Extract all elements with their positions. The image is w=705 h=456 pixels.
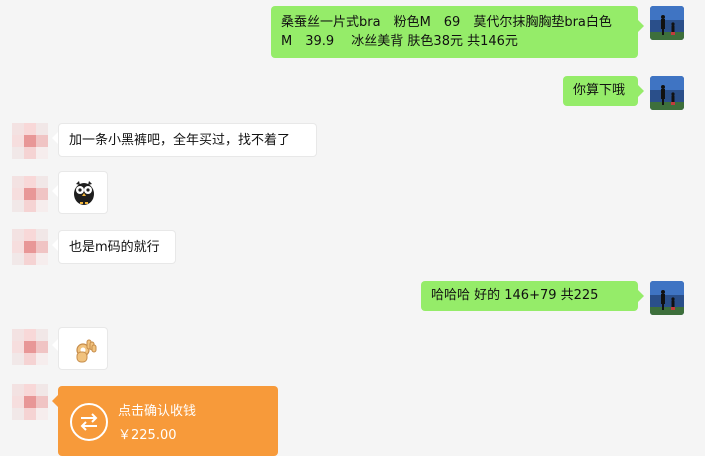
avatar[interactable] [650,76,684,110]
message-bubble[interactable]: 加一条小黑裤吧，全年买过，找不着了 [58,123,317,157]
transfer-title: 点击确认收钱 [118,404,197,419]
avatar[interactable] [650,6,684,40]
transfer-card[interactable]: 点击确认收钱 ￥225.00 [58,386,278,456]
message-bubble[interactable]: 也是m码的就行 [58,230,176,264]
self-avatar-icon [650,6,684,40]
avatar[interactable] [650,281,684,315]
owl-emoji-icon [74,181,94,205]
ok-hand-emoji-icon [76,339,97,363]
transfer-amount: ￥225.00 [118,428,177,443]
sticker-bubble[interactable] [58,171,108,214]
avatar[interactable] [12,229,48,265]
message-text: 哈哈哈 好的 146+79 共225 [431,288,599,303]
avatar[interactable] [12,176,48,212]
transfer-icon [70,403,108,441]
avatar[interactable] [12,329,48,365]
self-avatar-icon [650,76,684,110]
message-text-line-1: 桑蚕丝一片式bra 粉色M 69 莫代尔抹胸胸垫bra白色 [281,15,612,30]
avatar[interactable] [12,123,48,159]
sticker-bubble[interactable] [58,327,108,370]
message-bubble[interactable]: 桑蚕丝一片式bra 粉色M 69 莫代尔抹胸胸垫bra白色 M 39.9 冰丝美… [271,6,638,58]
message-text: 你算下哦 [573,83,626,98]
self-avatar-icon [650,281,684,315]
message-text-line-2: M 39.9 冰丝美背 肤色38元 共146元 [281,34,518,49]
message-text: 也是m码的就行 [69,240,160,255]
message-text: 加一条小黑裤吧，全年买过，找不着了 [69,133,291,148]
avatar[interactable] [12,384,48,420]
message-bubble[interactable]: 哈哈哈 好的 146+79 共225 [421,281,638,311]
message-bubble[interactable]: 你算下哦 [563,76,638,106]
